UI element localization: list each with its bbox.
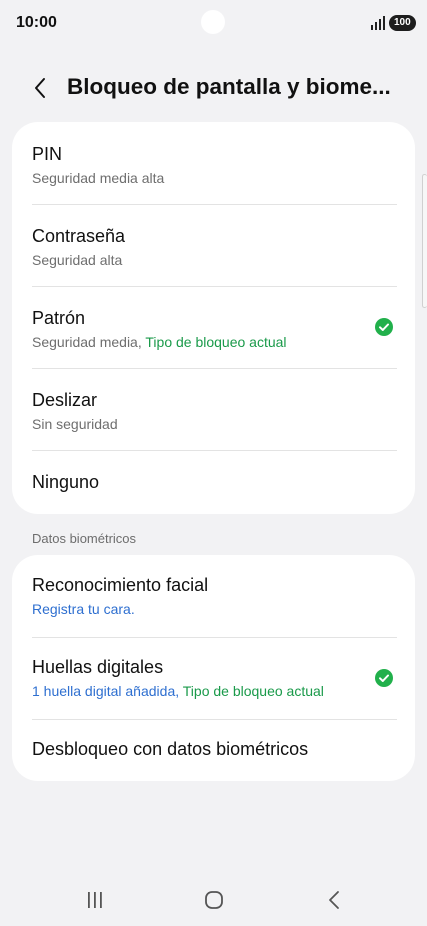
- option-subtitle: Seguridad alta: [32, 252, 123, 268]
- lock-options-card: PIN Seguridad media alta Contraseña Segu…: [12, 122, 415, 514]
- option-title: Huellas digitales: [32, 657, 164, 677]
- screen: 10:00 100 Bloqueo de pantalla y biome...…: [0, 0, 427, 926]
- recents-icon: [88, 892, 102, 908]
- check-circle-icon: [375, 669, 393, 687]
- option-subtitle-text: Seguridad media,: [32, 334, 142, 350]
- header: Bloqueo de pantalla y biome...: [0, 60, 427, 116]
- home-button[interactable]: [200, 888, 228, 912]
- option-subtitle: Seguridad media, Tipo de bloqueo actual: [32, 334, 287, 350]
- scroll-indicator[interactable]: [422, 174, 427, 308]
- back-button[interactable]: [22, 72, 58, 104]
- option-subtitle: 1 huella digital añadida, Tipo de bloque…: [32, 683, 324, 699]
- option-title: Ninguno: [32, 472, 100, 492]
- recents-button[interactable]: [81, 888, 109, 912]
- signal-icon: [371, 16, 385, 30]
- biometrics-card: Reconocimiento facial Registra tu cara. …: [12, 555, 415, 781]
- nav-back-button[interactable]: [320, 888, 348, 912]
- camera-cutout: [201, 10, 225, 34]
- option-subtitle: Registra tu cara.: [32, 601, 135, 617]
- current-lock-badge: Tipo de bloqueo actual: [145, 334, 287, 350]
- option-pattern[interactable]: Patrón Seguridad media, Tipo de bloqueo …: [12, 286, 415, 368]
- option-password[interactable]: Contraseña Seguridad alta: [12, 204, 415, 286]
- option-subtitle: Sin seguridad: [32, 416, 118, 432]
- section-label-biometrics: Datos biométricos: [32, 531, 137, 546]
- current-lock-badge: Tipo de bloqueo actual: [182, 683, 324, 699]
- option-title: Contraseña: [32, 226, 126, 246]
- option-title: Reconocimiento facial: [32, 575, 209, 595]
- option-title: Deslizar: [32, 390, 98, 410]
- biometric-unlock[interactable]: Desbloqueo con datos biométricos: [12, 719, 415, 781]
- option-title: PIN: [32, 144, 63, 164]
- option-pin[interactable]: PIN Seguridad media alta: [12, 122, 415, 204]
- option-subtitle-text: 1 huella digital añadida,: [32, 683, 180, 699]
- page-title: Bloqueo de pantalla y biome...: [67, 74, 391, 99]
- option-swipe[interactable]: Deslizar Sin seguridad: [12, 368, 415, 450]
- battery-icon: 100: [389, 15, 416, 31]
- option-title: Desbloqueo con datos biométricos: [32, 739, 309, 759]
- chevron-left-icon: [35, 78, 45, 98]
- biometric-face-recognition[interactable]: Reconocimiento facial Registra tu cara.: [12, 555, 415, 637]
- option-none[interactable]: Ninguno: [12, 450, 415, 514]
- home-icon: [205, 891, 223, 909]
- biometric-fingerprints[interactable]: Huellas digitales 1 huella digital añadi…: [12, 637, 415, 719]
- back-icon: [329, 891, 339, 909]
- status-time: 10:00: [16, 14, 57, 31]
- option-subtitle: Seguridad media alta: [32, 170, 165, 186]
- status-bar: 10:00 100: [0, 0, 427, 48]
- check-circle-icon: [375, 318, 393, 336]
- nav-bar: [0, 876, 427, 926]
- option-title: Patrón: [32, 308, 86, 328]
